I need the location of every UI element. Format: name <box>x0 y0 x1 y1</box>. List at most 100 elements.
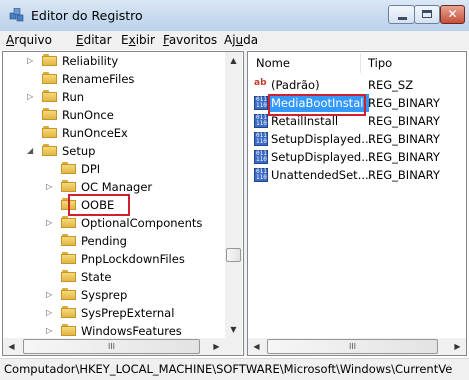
list-scroll-grip: III <box>348 342 357 351</box>
value-row[interactable]: ab (Padrão) REG_SZ <box>248 76 466 94</box>
binary-glyph: 011 110 <box>256 168 267 181</box>
menu-editar[interactable]: Editar <box>76 33 112 47</box>
list-horizontal-scrollbar[interactable]: ◀ III ▶ <box>248 338 466 355</box>
expand-arrow-icon[interactable]: ▷ <box>46 182 55 191</box>
value-name: UnattendedSet... <box>271 168 369 182</box>
folder-icon <box>42 126 58 139</box>
tree-node-label: DPI <box>81 162 101 176</box>
expand-arrow-icon[interactable]: ▷ <box>46 326 55 335</box>
value-type: REG_BINARY <box>368 150 440 164</box>
tree-node-label: Sysprep <box>81 288 128 302</box>
tree-node-reliability[interactable]: ▷ Reliability <box>3 52 223 70</box>
tree-horizontal-scrollbar[interactable]: ◀ III ▶ <box>3 338 225 355</box>
tree-node-optionalcomponents[interactable]: ▷ OptionalComponents <box>3 214 223 232</box>
string-value-icon: ab <box>254 78 268 92</box>
expand-arrow-icon[interactable]: ▷ <box>27 56 36 65</box>
registry-tree-panel[interactable]: ▷ Reliability RenameFiles ▷ Run RunOnce RunOnc… <box>2 51 244 356</box>
tree-node-label: RunOnce <box>62 108 114 122</box>
value-type: REG_BINARY <box>368 132 440 146</box>
expand-arrow-icon[interactable]: ▷ <box>27 92 36 101</box>
tree-node-renamefiles[interactable]: RenameFiles <box>3 70 223 88</box>
value-row[interactable]: 011 110 UnattendedSet... REG_BINARY <box>248 166 466 184</box>
tree-vertical-scrollbar[interactable]: ▲ ▼ <box>225 52 242 338</box>
folder-icon <box>61 180 77 193</box>
folder-icon <box>42 144 58 157</box>
title-bar[interactable]: Editor do Registro ✕ <box>0 0 469 32</box>
expand-arrow-icon[interactable]: ▷ <box>46 218 55 227</box>
menu-favoritos[interactable]: Favoritos <box>163 33 217 47</box>
status-path: Computador\HKEY_LOCAL_MACHINE\SOFTWARE\M… <box>4 362 453 376</box>
tree-node-pending[interactable]: Pending <box>3 232 223 250</box>
status-bar: Computador\HKEY_LOCAL_MACHINE\SOFTWARE\M… <box>0 358 469 380</box>
value-type: REG_BINARY <box>368 96 440 110</box>
tree-node-setup[interactable]: ◢ Setup <box>3 142 223 160</box>
expand-arrow-icon[interactable]: ▷ <box>46 308 55 317</box>
tree-node-run[interactable]: ▷ Run <box>3 88 223 106</box>
folder-icon <box>61 252 77 265</box>
tree-scroll-thumb[interactable] <box>226 248 241 262</box>
binary-glyph: 011 110 <box>256 132 267 145</box>
menu-ajuda-label: da <box>243 33 259 47</box>
menu-exibir-pre: E <box>121 33 129 47</box>
list-hscroll-thumb[interactable]: III <box>267 339 438 354</box>
menu-exibir-mnemonic: x <box>128 33 136 47</box>
menu-ajuda-pre: Aj <box>224 33 236 47</box>
tree-node-state[interactable]: State <box>3 268 223 286</box>
binary-value-icon: 011 110 <box>254 114 268 128</box>
binary-glyph: 011 110 <box>256 96 267 109</box>
close-button[interactable]: ✕ <box>440 5 465 24</box>
binary-glyph: 011 110 <box>256 114 267 127</box>
tree-node-label: Pending <box>81 234 127 248</box>
binary-value-icon: 011 110 <box>254 96 268 110</box>
tree-node-runonce[interactable]: RunOnce <box>3 106 223 124</box>
menu-exibir[interactable]: Exibir <box>121 33 155 47</box>
scroll-down-icon[interactable]: ▼ <box>225 321 242 338</box>
menu-exibir-label: ibir <box>135 33 155 47</box>
value-name: SetupDisplayed... <box>271 132 373 146</box>
value-row[interactable]: 011 110 SetupDisplayed... REG_BINARY <box>248 148 466 166</box>
list-scroll-right-icon[interactable]: ▶ <box>449 338 466 355</box>
menu-bar: Arquivo Editar Exibir Favoritos Ajuda <box>0 31 469 50</box>
folder-icon <box>61 216 77 229</box>
value-row[interactable]: 011 110 SetupDisplayed... REG_BINARY <box>248 130 466 148</box>
minimize-button[interactable] <box>388 5 415 24</box>
menu-arquivo[interactable]: Arquivo <box>6 33 52 47</box>
collapse-arrow-icon[interactable]: ◢ <box>27 146 36 155</box>
tree-node-label: OptionalComponents <box>81 216 203 230</box>
close-icon: ✕ <box>447 7 458 21</box>
binary-value-icon: 011 110 <box>254 150 268 164</box>
value-type: REG_BINARY <box>368 114 440 128</box>
folder-icon <box>61 306 77 319</box>
folder-icon <box>42 72 58 85</box>
tree-node-label: PnpLockdownFiles <box>81 252 185 266</box>
folder-icon <box>61 162 77 175</box>
menu-ajuda[interactable]: Ajuda <box>224 33 258 47</box>
expand-arrow-icon[interactable]: ▷ <box>46 290 55 299</box>
value-type: REG_BINARY <box>368 168 440 182</box>
scroll-up-icon[interactable]: ▲ <box>225 52 242 69</box>
tree-node-dpi[interactable]: DPI <box>3 160 223 178</box>
folder-icon <box>42 54 58 67</box>
scroll-right-icon[interactable]: ▶ <box>208 338 225 355</box>
registry-editor-icon <box>9 8 24 22</box>
scroll-left-icon[interactable]: ◀ <box>3 338 20 355</box>
maximize-button[interactable] <box>414 5 440 24</box>
tree-node-label: SysPrepExternal <box>81 306 175 320</box>
binary-glyph: 011 110 <box>256 150 267 163</box>
tree-node-sysprepexternal[interactable]: ▷ SysPrepExternal <box>3 304 223 322</box>
tree-node-sysprep[interactable]: ▷ Sysprep <box>3 286 223 304</box>
selected-value-highlight-box <box>268 94 366 116</box>
list-scroll-left-icon[interactable]: ◀ <box>248 338 265 355</box>
column-header-type[interactable]: Tipo <box>361 53 467 73</box>
values-list-panel[interactable]: Nome Tipo ab (Padrão) REG_SZ 011 110 MediaBo… <box>247 51 467 356</box>
column-header-name[interactable]: Nome <box>249 53 361 73</box>
tree-node-runonceex[interactable]: RunOnceEx <box>3 124 223 142</box>
tree-node-pnplockdownfiles[interactable]: PnpLockdownFiles <box>3 250 223 268</box>
string-glyph: ab <box>254 78 267 88</box>
menu-editar-mnemonic: E <box>76 33 84 47</box>
tree-hscroll-thumb[interactable]: III <box>23 339 200 354</box>
scroll-corner <box>225 338 242 355</box>
value-type: REG_SZ <box>368 78 414 92</box>
tree-node-label: Run <box>62 90 85 104</box>
binary-value-icon: 011 110 <box>254 168 268 182</box>
